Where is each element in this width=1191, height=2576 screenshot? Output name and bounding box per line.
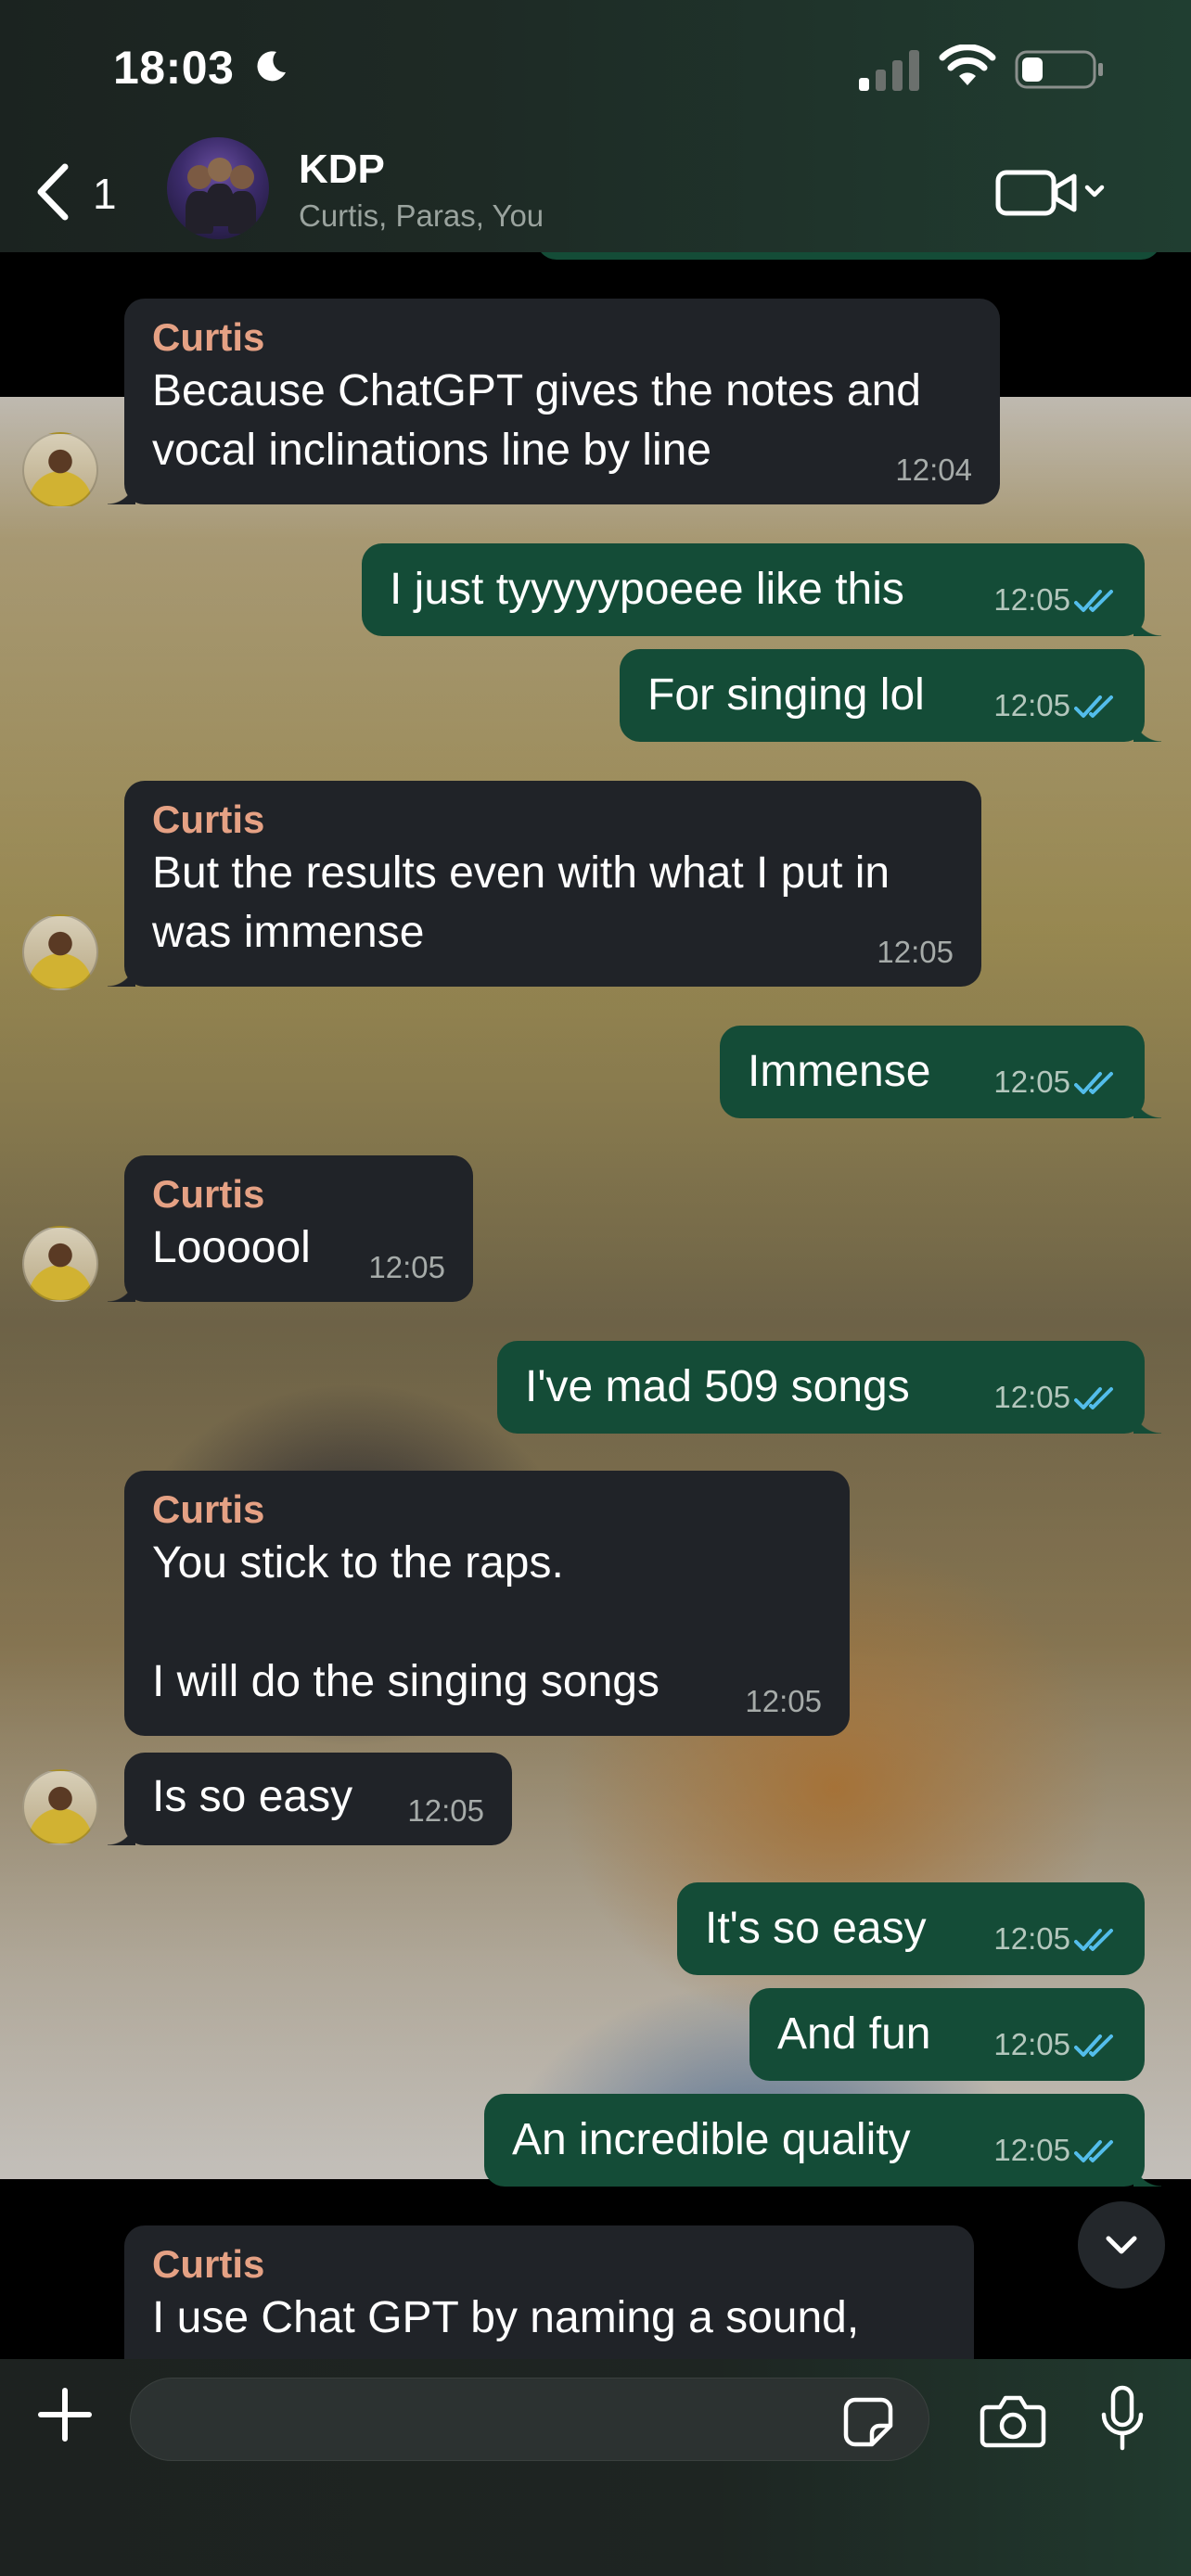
battery-icon [1015,50,1103,89]
message-outgoing[interactable]: For singing lol 12:05 [620,649,1161,742]
avatar[interactable] [22,432,98,508]
sender-name: Curtis [152,315,265,359]
message-text: I use Chat GPT by naming a sound, [152,2293,860,2342]
scroll-to-bottom-button[interactable] [1078,2201,1165,2289]
message-outgoing[interactable]: I just tyyyyypoeee like this 12:05 [362,543,1161,636]
chat-participants[interactable]: Curtis, Paras, You [299,198,544,234]
moon-icon [257,51,286,82]
message-bubble[interactable]: Curtis You stick to the raps. I will do … [124,1471,850,1736]
camera-icon[interactable] [980,2392,1046,2448]
message-bubble[interactable]: Immense 12:05 [720,1026,1161,1118]
double-check-icon [1074,1072,1113,1094]
message-bubble[interactable]: An incredible quality 12:05 [484,2094,1161,2187]
double-check-icon [1074,695,1113,718]
message-bubble[interactable]: Curtis Loooool 12:05 [108,1155,473,1302]
video-call-icon[interactable] [994,167,1109,219]
message-bubble[interactable]: And fun 12:05 [749,1988,1145,2081]
wifi-icon [939,45,996,85]
message-time: 12:05 [407,1793,484,1828]
message-outgoing[interactable]: I've mad 509 songs 12:05 [497,1341,1161,1434]
microphone-icon[interactable] [1096,2385,1148,2452]
avatar-face [208,158,232,182]
message-text: You stick to the raps. I will do the sin… [152,1538,660,1706]
message-time: 12:05 [877,935,954,969]
message-time: 12:05 [993,1065,1070,1099]
message-bubble[interactable]: For singing lol 12:05 [620,649,1161,742]
message-time: 12:05 [993,582,1070,617]
message-incoming[interactable]: Curtis You stick to the raps. I will do … [124,1471,850,1736]
message-time: 12:05 [993,688,1070,722]
sender-name: Curtis [152,797,265,841]
chevron-left-icon[interactable] [33,163,70,221]
message-time: 12:05 [993,2027,1070,2061]
message-outgoing[interactable]: And fun 12:05 [749,1988,1145,2081]
message-bubble[interactable]: It's so easy 12:05 [677,1882,1145,1975]
message-text: Because ChatGPT gives the notes and voca… [152,366,921,475]
signal-icon [859,50,919,91]
double-check-icon [1074,1929,1113,1951]
message-outgoing[interactable]: It's so easy 12:05 [677,1882,1145,1975]
message-text: But the results even with what I put in … [152,848,890,957]
double-check-icon [1074,2140,1113,2162]
message-incoming[interactable]: Curtis Because ChatGPT gives the notes a… [108,299,1000,504]
sender-name: Curtis [152,1487,265,1531]
double-check-icon [1074,1387,1113,1409]
message-bubble[interactable]: I just tyyyyypoeee like this 12:05 [362,543,1161,636]
message-incoming[interactable]: Is so easy 12:05 [108,1753,512,1845]
sender-name: Curtis [152,2242,265,2286]
avatar-body [228,191,256,234]
chat-title[interactable]: KDP [299,147,385,193]
chat-header: 18:03 1 KDP Curtis, Paras, You [0,0,1191,252]
message-outgoing[interactable]: Immense 12:05 [720,1026,1161,1118]
message-time: 12:05 [745,1684,822,1718]
avatar-face [230,165,254,189]
message-outgoing[interactable]: An incredible quality 12:05 [484,2094,1161,2187]
message-time: 12:04 [895,453,972,487]
message-bubble[interactable]: Curtis But the results even with what I … [108,781,981,987]
message-bubble[interactable]: Is so easy 12:05 [108,1753,512,1845]
double-check-icon [1074,590,1113,612]
message-time: 12:05 [368,1250,445,1284]
message-input[interactable] [130,2378,929,2461]
chevron-down-icon [1106,2236,1137,2254]
message-time: 12:05 [993,1921,1070,1956]
message-time: 12:05 [993,2133,1070,2167]
avatar[interactable] [22,914,98,990]
message-composer [0,2359,1191,2576]
message-time: 12:05 [993,1380,1070,1414]
sticker-icon[interactable] [842,2396,894,2448]
message-incoming[interactable]: Curtis Loooool 12:05 [108,1155,473,1302]
avatar[interactable] [22,1226,98,1302]
back-unread-count[interactable]: 1 [93,169,117,219]
message-bubble[interactable]: Curtis Because ChatGPT gives the notes a… [108,299,1000,504]
plus-icon[interactable] [37,2387,93,2442]
sender-name: Curtis [152,1172,265,1216]
avatar[interactable] [22,1769,98,1845]
status-time: 18:03 [113,42,235,94]
message-bubble[interactable]: I've mad 509 songs 12:05 [497,1341,1161,1434]
message-incoming[interactable]: Curtis But the results even with what I … [108,781,981,987]
double-check-icon [1074,2034,1113,2057]
group-avatar[interactable] [167,137,269,239]
